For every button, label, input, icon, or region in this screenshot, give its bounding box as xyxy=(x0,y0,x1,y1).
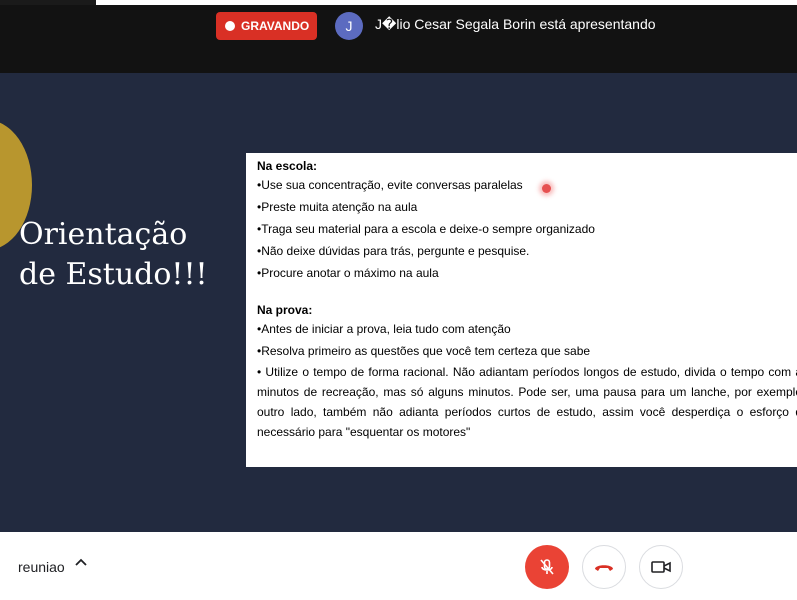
document-panel: Na escola: Use sua concentração, evite c… xyxy=(246,153,797,467)
header-bar: GRAVANDO J J�lio Cesar Segala Borin está… xyxy=(0,5,797,73)
exam-item: Resolva primeiro as questões que você te… xyxy=(257,340,797,362)
chevron-up-icon[interactable] xyxy=(74,556,88,570)
video-camera-icon xyxy=(651,561,671,573)
slide-title: Orientação de Estudo!!! xyxy=(19,217,208,292)
section-heading-exam: Na prova: xyxy=(257,303,313,317)
section-heading-school: Na escola: xyxy=(257,159,318,173)
mic-off-icon xyxy=(540,559,554,575)
school-item: Traga seu material para a escola e deixe… xyxy=(257,218,797,240)
presenter-status: J�lio Cesar Segala Borin está apresentan… xyxy=(375,16,656,32)
cursor-pointer-icon xyxy=(542,184,551,193)
recording-badge: GRAVANDO xyxy=(216,12,317,40)
hang-up-button[interactable] xyxy=(582,545,626,589)
exam-paragraph: • Utilize o tempo de forma racional. Não… xyxy=(257,365,797,439)
phone-hangup-icon xyxy=(595,565,613,571)
recording-label: GRAVANDO xyxy=(241,19,310,33)
presentation-stage: Orientação de Estudo!!! Na escola: Use s… xyxy=(0,73,797,532)
school-item: Não deixe dúvidas para trás, pergunte e … xyxy=(257,240,797,262)
camera-toggle-button[interactable] xyxy=(639,545,683,589)
exam-item: Antes de iniciar a prova, leia tudo com … xyxy=(257,318,797,340)
mic-toggle-button[interactable] xyxy=(525,545,569,589)
control-bar: reuniao xyxy=(0,532,797,600)
presenter-avatar: J xyxy=(335,12,363,40)
meeting-name[interactable]: reuniao xyxy=(18,559,65,575)
school-item: Use sua concentração, evite conversas pa… xyxy=(257,174,797,196)
school-item: Procure anotar o máximo na aula xyxy=(257,262,797,284)
recording-dot-icon xyxy=(225,21,235,31)
school-item: Preste muita atenção na aula xyxy=(257,196,797,218)
